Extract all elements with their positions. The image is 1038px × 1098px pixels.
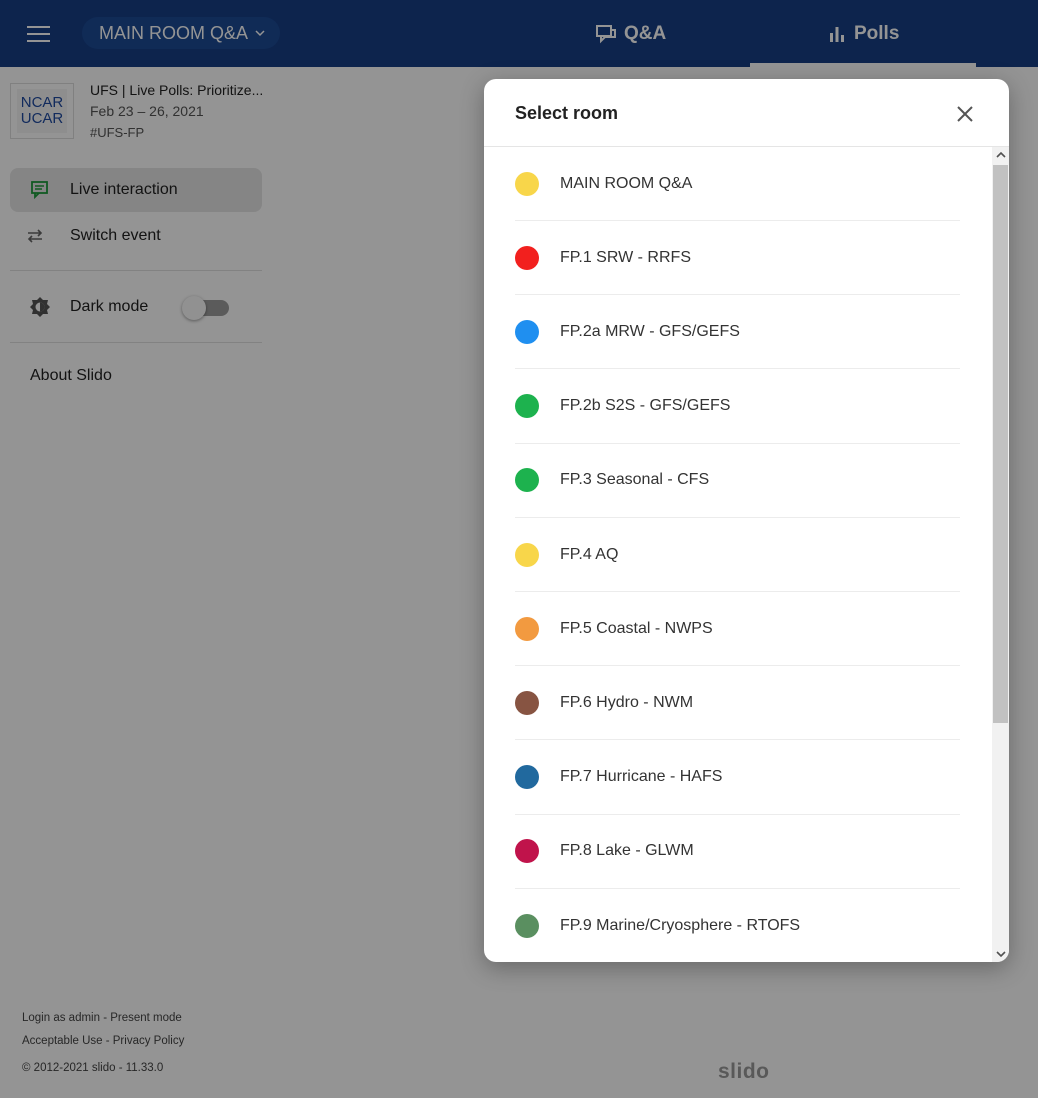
room-name: FP.2a MRW - GFS/GEFS [560,322,740,340]
room-color-dot [515,616,539,641]
scroll-down-arrow[interactable] [992,946,1009,962]
room-name: FP.5 Coastal - NWPS [560,619,713,637]
room-list-item[interactable]: FP.7 Hurricane - HAFS [515,741,960,815]
dialog-header: Select room [484,79,1009,147]
dialog-title: Select room [515,103,619,123]
scrollbar[interactable] [992,147,1009,962]
room-list-item[interactable]: FP.6 Hydro - NWM [515,666,960,741]
select-room-dialog: Select room MAIN ROOM Q&A FP.1 SRW - RRFS… [484,79,1009,962]
room-list-item[interactable]: FP.1 SRW - RRFS [515,221,960,296]
room-color-dot [515,468,539,493]
room-name: FP.2b S2S - GFS/GEFS [560,397,731,415]
close-icon [957,106,973,122]
room-name: FP.3 Seasonal - CFS [560,471,710,489]
room-name: FP.1 SRW - RRFS [560,248,691,266]
room-color-dot [515,245,539,270]
room-color-dot [515,839,539,864]
room-color-dot [515,765,539,790]
room-name: FP.8 Lake - GLWM [560,842,694,860]
room-list[interactable]: MAIN ROOM Q&A FP.1 SRW - RRFS FP.2a MRW - … [484,147,992,962]
room-list-item[interactable]: FP.3 Seasonal - CFS [515,444,960,518]
room-list-item[interactable]: FP.2b S2S - GFS/GEFS [515,370,960,444]
close-button[interactable] [954,103,976,125]
room-name: FP.7 Hurricane - HAFS [560,768,723,786]
room-name: FP.9 Marine/Cryosphere - RTOFS [560,916,801,934]
room-color-dot [515,394,539,419]
room-color-dot [515,690,539,715]
scroll-up-arrow[interactable] [992,147,1009,163]
room-name: FP.6 Hydro - NWM [560,693,694,711]
room-list-item[interactable]: FP.4 AQ [515,518,960,592]
room-list-item[interactable]: FP.5 Coastal - NWPS [515,592,960,667]
scrollbar-thumb[interactable] [993,165,1008,723]
room-list-item[interactable]: FP.9 Marine/Cryosphere - RTOFS [515,889,960,962]
room-color-dot [515,171,539,196]
room-color-dot [515,319,539,344]
room-color-dot [515,913,539,938]
room-list-item[interactable]: FP.2a MRW - GFS/GEFS [515,295,960,370]
room-name: MAIN ROOM Q&A [560,174,693,192]
room-name: FP.4 AQ [560,545,619,563]
room-list-item[interactable]: MAIN ROOM Q&A [515,147,960,221]
room-list-item[interactable]: FP.8 Lake - GLWM [515,815,960,889]
room-color-dot [515,542,539,567]
